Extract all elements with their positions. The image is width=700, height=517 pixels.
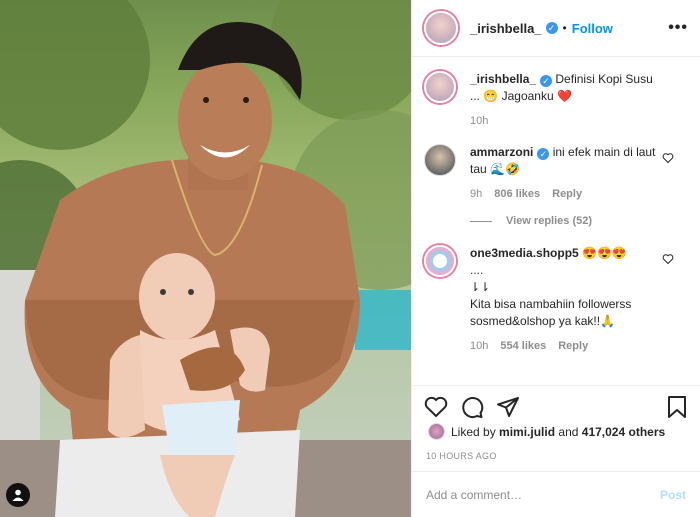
- caption-username[interactable]: _irishbella_: [470, 72, 536, 86]
- verified-badge-icon: ✓: [537, 148, 550, 160]
- comment-item: ammarzoni ✓ ini efek main di laut tau 🌊🤣 …: [424, 144, 688, 203]
- comments-list[interactable]: _irishbella_ ✓ Definisi Kopi Susu ... 😁 J…: [412, 57, 700, 385]
- comment-item: one3media.shopp5 😍😍😍 .... ⇂⇂ Kita bisa n…: [424, 245, 688, 355]
- follow-button[interactable]: Follow: [572, 21, 613, 36]
- comment-text: ....: [470, 263, 484, 277]
- comment-text: Kita bisa nambahiin followerss sosmed&ol…: [470, 297, 632, 328]
- comment-avatar[interactable]: [424, 245, 456, 277]
- reply-button[interactable]: Reply: [552, 186, 582, 203]
- post-side-panel: _irishbella_ ✓ • Follow ••• _irishbella_…: [411, 0, 700, 517]
- bookmark-icon[interactable]: [666, 395, 688, 419]
- likes-text: Liked by mimi.julid and 417,024 others: [451, 425, 665, 439]
- author-avatar[interactable]: [424, 11, 458, 45]
- comment-text: ⇂⇂: [470, 280, 491, 294]
- photo-illustration: [0, 0, 411, 517]
- post-comment-button[interactable]: Post: [660, 488, 686, 502]
- verified-badge-icon: ✓: [540, 75, 553, 87]
- liker-avatar[interactable]: [428, 423, 445, 440]
- comment-icon[interactable]: [460, 395, 484, 419]
- more-options-icon[interactable]: •••: [668, 19, 688, 37]
- caption: _irishbella_ ✓ Definisi Kopi Susu ... 😁 J…: [424, 71, 688, 130]
- verified-badge-icon: ✓: [545, 22, 558, 34]
- caption-time[interactable]: 10h: [470, 113, 488, 130]
- view-replies-label: View replies (52): [506, 215, 593, 227]
- likes-summary: Liked by mimi.julid and 417,024 others: [428, 423, 688, 440]
- heart-icon[interactable]: [424, 395, 448, 419]
- comment-text: 😍😍😍: [582, 246, 627, 260]
- action-bar: [412, 385, 700, 427]
- comment-likes[interactable]: 806 likes: [494, 186, 540, 203]
- heart-icon[interactable]: [662, 253, 674, 268]
- caption-author-avatar[interactable]: [424, 71, 456, 103]
- post-photo[interactable]: [0, 0, 411, 517]
- comment-username[interactable]: one3media.shopp5: [470, 246, 579, 260]
- likes-count[interactable]: 417,024 others: [582, 425, 665, 439]
- share-icon[interactable]: [496, 395, 520, 419]
- user-tag-icon[interactable]: [6, 483, 30, 507]
- header-separator: •: [562, 21, 567, 35]
- post-header: _irishbella_ ✓ • Follow •••: [412, 0, 700, 57]
- comment-likes[interactable]: 554 likes: [500, 338, 546, 355]
- author-username[interactable]: _irishbella_: [470, 21, 542, 36]
- heart-icon[interactable]: [662, 152, 674, 167]
- likes-prefix: Liked by: [451, 424, 496, 439]
- reply-button[interactable]: Reply: [558, 338, 588, 355]
- liker-username[interactable]: mimi.julid: [499, 425, 555, 439]
- likes-connector: and: [558, 424, 579, 439]
- comment-time[interactable]: 9h: [470, 186, 482, 203]
- comment-username[interactable]: ammarzoni: [470, 145, 533, 159]
- post-timestamp[interactable]: 10 HOURS AGO: [426, 451, 497, 461]
- add-comment-bar: Post: [412, 471, 700, 517]
- comment-avatar[interactable]: [424, 144, 456, 176]
- view-replies-button[interactable]: View replies (52): [470, 215, 688, 227]
- comment-input[interactable]: [426, 487, 660, 502]
- comment-time[interactable]: 10h: [470, 338, 488, 355]
- replies-divider: [470, 220, 492, 222]
